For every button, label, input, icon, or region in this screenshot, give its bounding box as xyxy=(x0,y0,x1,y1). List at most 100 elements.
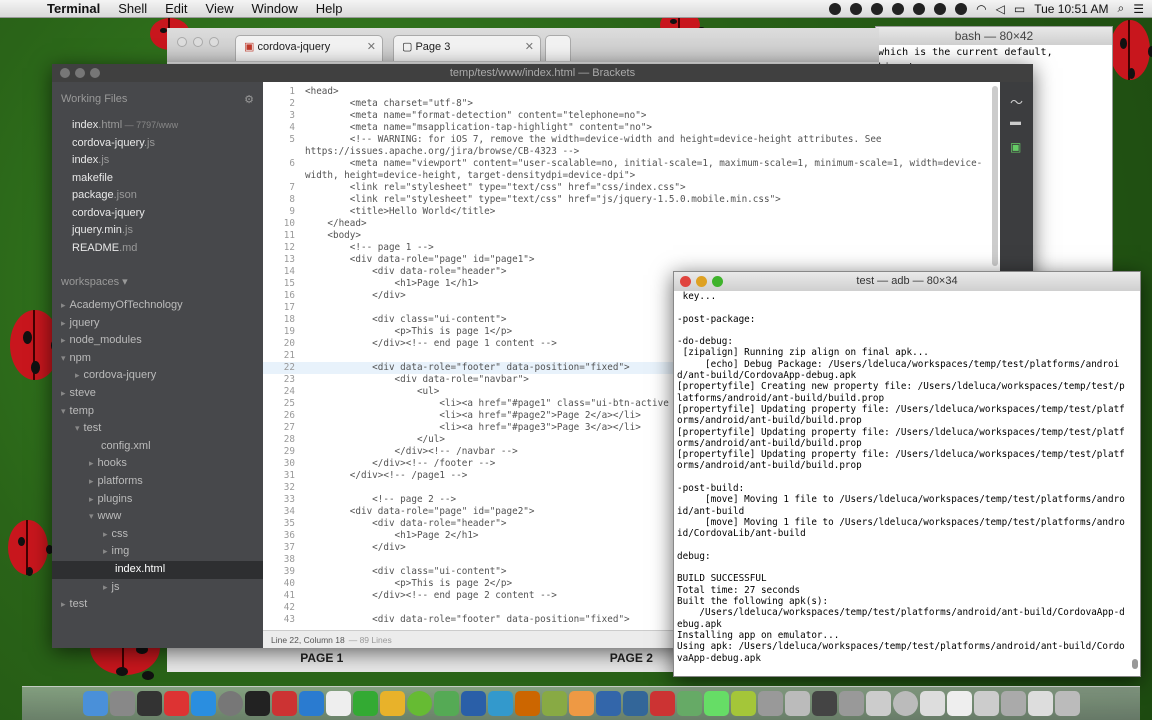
menu-view[interactable]: View xyxy=(197,1,243,16)
file-tree-item[interactable]: ▾ www xyxy=(52,508,263,526)
minimize-window-button[interactable] xyxy=(75,68,85,78)
working-file-item[interactable]: cordova-jquery.js xyxy=(52,135,263,153)
expanded-arrow-icon[interactable]: ▾ xyxy=(61,406,66,416)
close-window-button[interactable] xyxy=(177,37,187,47)
minimize-window-button[interactable] xyxy=(696,276,707,287)
finder-icon[interactable] xyxy=(82,691,108,716)
itunes-icon[interactable] xyxy=(271,691,297,716)
android-icon[interactable] xyxy=(730,691,756,716)
status-icon[interactable] xyxy=(955,2,968,15)
trash-icon[interactable] xyxy=(1054,691,1080,716)
working-file-item[interactable]: README.md xyxy=(52,240,263,258)
collapsed-arrow-icon[interactable]: ▸ xyxy=(103,582,108,592)
working-file-item[interactable]: index.html — 7797/www xyxy=(52,117,263,135)
collapsed-arrow-icon[interactable]: ▸ xyxy=(61,318,66,328)
app-icon[interactable] xyxy=(541,691,567,716)
network-icon[interactable] xyxy=(676,691,702,716)
file-tree-item[interactable]: ▸ img xyxy=(52,543,263,561)
browser-tab[interactable]: ▣ cordova-jquery ✕ xyxy=(235,35,383,61)
file-tree-item[interactable]: ▸ js xyxy=(52,579,263,597)
live-preview-icon[interactable]: 〜 xyxy=(1010,92,1024,110)
keynote-icon[interactable] xyxy=(568,691,594,716)
android-icon[interactable]: ▣ xyxy=(1010,140,1024,154)
file-tree-item[interactable]: ▸ plugins xyxy=(52,491,263,509)
app-icon[interactable] xyxy=(811,691,837,716)
app-icon[interactable] xyxy=(973,691,999,716)
app-icon[interactable] xyxy=(514,691,540,716)
collapsed-arrow-icon[interactable]: ▸ xyxy=(89,476,94,486)
app-icon[interactable] xyxy=(649,691,675,716)
editor-scrollbar[interactable] xyxy=(992,86,998,266)
menu-edit[interactable]: Edit xyxy=(156,1,196,16)
collapsed-arrow-icon[interactable]: ▸ xyxy=(61,388,66,398)
extension-manager-icon[interactable]: ▬ xyxy=(1010,116,1024,128)
clock[interactable]: Tue 10:51 AM xyxy=(1034,2,1108,16)
safari-icon[interactable] xyxy=(298,691,324,716)
launchpad-icon[interactable] xyxy=(109,691,135,716)
minimize-window-button[interactable] xyxy=(193,37,203,47)
app-icon[interactable] xyxy=(838,691,864,716)
menu-shell[interactable]: Shell xyxy=(109,1,156,16)
app-icon[interactable] xyxy=(622,691,648,716)
app-icon[interactable] xyxy=(919,691,945,716)
collapsed-arrow-icon[interactable]: ▸ xyxy=(75,370,80,380)
status-icon[interactable] xyxy=(829,2,842,15)
working-file-item[interactable]: makefile xyxy=(52,170,263,188)
expanded-arrow-icon[interactable]: ▾ xyxy=(89,511,94,521)
browser-tab[interactable]: ▢ Page 3 ✕ xyxy=(393,35,541,61)
collapsed-arrow-icon[interactable]: ▸ xyxy=(61,300,66,310)
chrome-icon[interactable] xyxy=(379,691,405,716)
close-tab-icon[interactable]: ✕ xyxy=(367,40,376,53)
menu-help[interactable]: Help xyxy=(307,1,352,16)
app-icon[interactable] xyxy=(1027,691,1053,716)
terminal-output[interactable]: key... -post-package: -do-debug: [zipali… xyxy=(674,291,1129,664)
notification-center-icon[interactable]: ☰ xyxy=(1133,2,1144,16)
expanded-arrow-icon[interactable]: ▾ xyxy=(61,353,66,363)
menu-app-name[interactable]: Terminal xyxy=(38,1,109,16)
menu-window[interactable]: Window xyxy=(243,1,307,16)
terminal-icon[interactable] xyxy=(244,691,270,716)
working-file-item[interactable]: index.js xyxy=(52,152,263,170)
collapsed-arrow-icon[interactable]: ▸ xyxy=(61,335,66,345)
app-store-icon[interactable] xyxy=(190,691,216,716)
gear-icon[interactable]: ⚙ xyxy=(244,93,254,106)
file-tree-item[interactable]: ▸ AcademyOfTechnology xyxy=(52,297,263,315)
collapsed-arrow-icon[interactable]: ▸ xyxy=(61,599,66,609)
status-icon[interactable] xyxy=(871,2,884,15)
collapsed-arrow-icon[interactable]: ▸ xyxy=(89,458,94,468)
search-icon[interactable]: ⌕ xyxy=(1118,1,1125,16)
file-tree-item[interactable]: ▾ test xyxy=(52,420,263,438)
app-icon[interactable] xyxy=(703,691,729,716)
file-tree-item[interactable]: ▸ node_modules xyxy=(52,332,263,350)
app-icon[interactable] xyxy=(757,691,783,716)
app-icon[interactable] xyxy=(892,691,918,716)
file-tree-item[interactable]: config.xml xyxy=(52,438,263,456)
new-tab-button[interactable] xyxy=(545,35,571,61)
status-icon[interactable] xyxy=(913,2,926,15)
app-icon[interactable] xyxy=(595,691,621,716)
itunes-icon[interactable] xyxy=(163,691,189,716)
battery-icon[interactable]: ▭ xyxy=(1014,2,1025,16)
system-preferences-icon[interactable] xyxy=(217,691,243,716)
app-icon[interactable] xyxy=(352,691,378,716)
app-icon[interactable] xyxy=(946,691,972,716)
calculator-icon[interactable] xyxy=(406,691,432,716)
file-tree-item[interactable]: ▸ platforms xyxy=(52,473,263,491)
collapsed-arrow-icon[interactable]: ▸ xyxy=(103,529,108,539)
working-file-item[interactable]: cordova-jquery xyxy=(52,205,263,223)
app-icon[interactable] xyxy=(1000,691,1026,716)
workspaces-dropdown[interactable]: workspaces ▾ xyxy=(52,273,263,291)
file-tree-item[interactable]: ▾ temp xyxy=(52,403,263,421)
maximize-window-button[interactable] xyxy=(712,276,723,287)
app-icon[interactable] xyxy=(433,691,459,716)
status-icon[interactable] xyxy=(934,2,947,15)
app-icon[interactable] xyxy=(460,691,486,716)
terminal-scrollbar[interactable] xyxy=(1132,293,1138,673)
collapsed-arrow-icon[interactable]: ▸ xyxy=(89,494,94,504)
file-tree-item[interactable]: index.html xyxy=(52,560,263,579)
status-icon[interactable] xyxy=(850,2,863,15)
photo-booth-icon[interactable] xyxy=(136,691,162,716)
status-icon[interactable] xyxy=(892,2,905,15)
file-tree-item[interactable]: ▸ jquery xyxy=(52,315,263,333)
file-tree-item[interactable]: ▸ hooks xyxy=(52,455,263,473)
